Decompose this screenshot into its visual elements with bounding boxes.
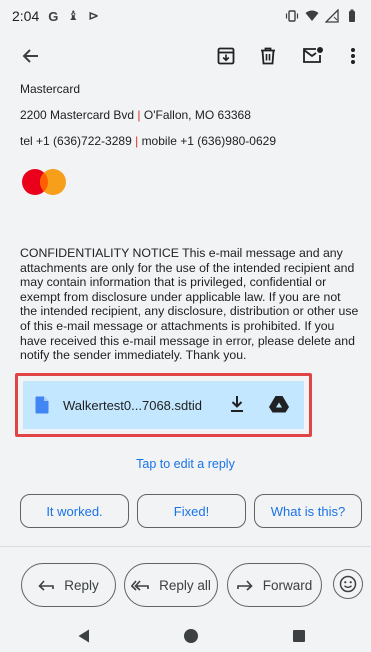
smart-reply-fixed[interactable]: Fixed!: [137, 494, 246, 528]
delete-icon: [261, 47, 275, 65]
notification-icon: ♝: [67, 8, 80, 23]
toolbar: [0, 32, 371, 80]
forward-label: Forward: [262, 577, 313, 593]
reply-button[interactable]: Reply: [21, 563, 116, 607]
address-separator: |: [137, 108, 141, 122]
mark-unread-icon: [303, 47, 323, 63]
reply-label: Reply: [64, 577, 99, 593]
download-icon[interactable]: [229, 395, 245, 413]
mastercard-logo: [22, 169, 66, 195]
attachment-name: Walkertest0...7068.sdtid: [63, 397, 202, 413]
play-store-icon: ⊳: [88, 8, 99, 23]
status-bar: 2:04 G ♝ ⊳: [0, 0, 371, 32]
reply-all-icon: [131, 580, 149, 591]
signature-tel: tel +1 (636)722-3289: [20, 134, 132, 148]
status-left: 2:04 G ♝ ⊳: [12, 8, 99, 24]
smart-reply-what-is-this[interactable]: What is this?: [254, 494, 362, 528]
save-to-drive-icon[interactable]: [269, 395, 289, 413]
screen: 2:04 G ♝ ⊳ Mastercard 2200 Mastercard Bv…: [0, 0, 371, 652]
tap-to-edit-reply[interactable]: Tap to edit a reply: [0, 457, 371, 471]
divider: [0, 546, 371, 547]
nav-recents-icon[interactable]: [291, 628, 307, 644]
more-vert-icon: [351, 48, 355, 64]
reply-icon: [38, 580, 55, 591]
nav-home-icon[interactable]: [183, 628, 199, 644]
back-button[interactable]: [19, 44, 43, 68]
status-time: 2:04: [12, 8, 40, 24]
signature-address: 2200 Mastercard Bvd: [20, 108, 135, 122]
vibrate-icon: [285, 10, 299, 22]
battery-icon: [349, 9, 355, 22]
status-right: [285, 9, 359, 23]
google-notification-icon: G: [48, 8, 59, 24]
signal-icon: [325, 9, 339, 23]
signature-address-line: 2200 Mastercard Bvd | O'Fallon, MO 63368: [20, 108, 251, 123]
reply-all-label: Reply all: [159, 577, 211, 593]
more-options-button[interactable]: [341, 44, 365, 68]
attachment-chip[interactable]: Walkertest0...7068.sdtid: [23, 381, 304, 429]
back-arrow-icon: [22, 49, 38, 63]
file-icon: [35, 396, 49, 414]
emoji-reaction-button[interactable]: [333, 569, 363, 599]
archive-icon: [217, 47, 235, 65]
forward-button[interactable]: Forward: [227, 563, 322, 607]
signature-city: O'Fallon, MO 63368: [143, 108, 251, 122]
emoji-icon: [339, 575, 357, 593]
delete-button[interactable]: [256, 44, 280, 68]
signature-mobile: mobile +1 (636)980-0629: [141, 134, 276, 148]
reply-all-button[interactable]: Reply all: [124, 563, 218, 607]
forward-icon: [236, 580, 253, 591]
signature-phone-line: tel +1 (636)722-3289 | mobile +1 (636)98…: [20, 134, 276, 149]
archive-button[interactable]: [214, 44, 238, 68]
phone-separator: |: [135, 134, 139, 148]
mark-unread-button[interactable]: [301, 44, 325, 68]
confidentiality-notice: CONFIDENTIALITY NOTICE This e-mail messa…: [20, 246, 359, 363]
wifi-icon: [305, 10, 319, 21]
system-navigation-bar: [0, 620, 371, 652]
smart-reply-it-worked[interactable]: It worked.: [20, 494, 129, 528]
signature-company: Mastercard: [20, 82, 81, 96]
nav-back-icon[interactable]: [76, 628, 92, 644]
